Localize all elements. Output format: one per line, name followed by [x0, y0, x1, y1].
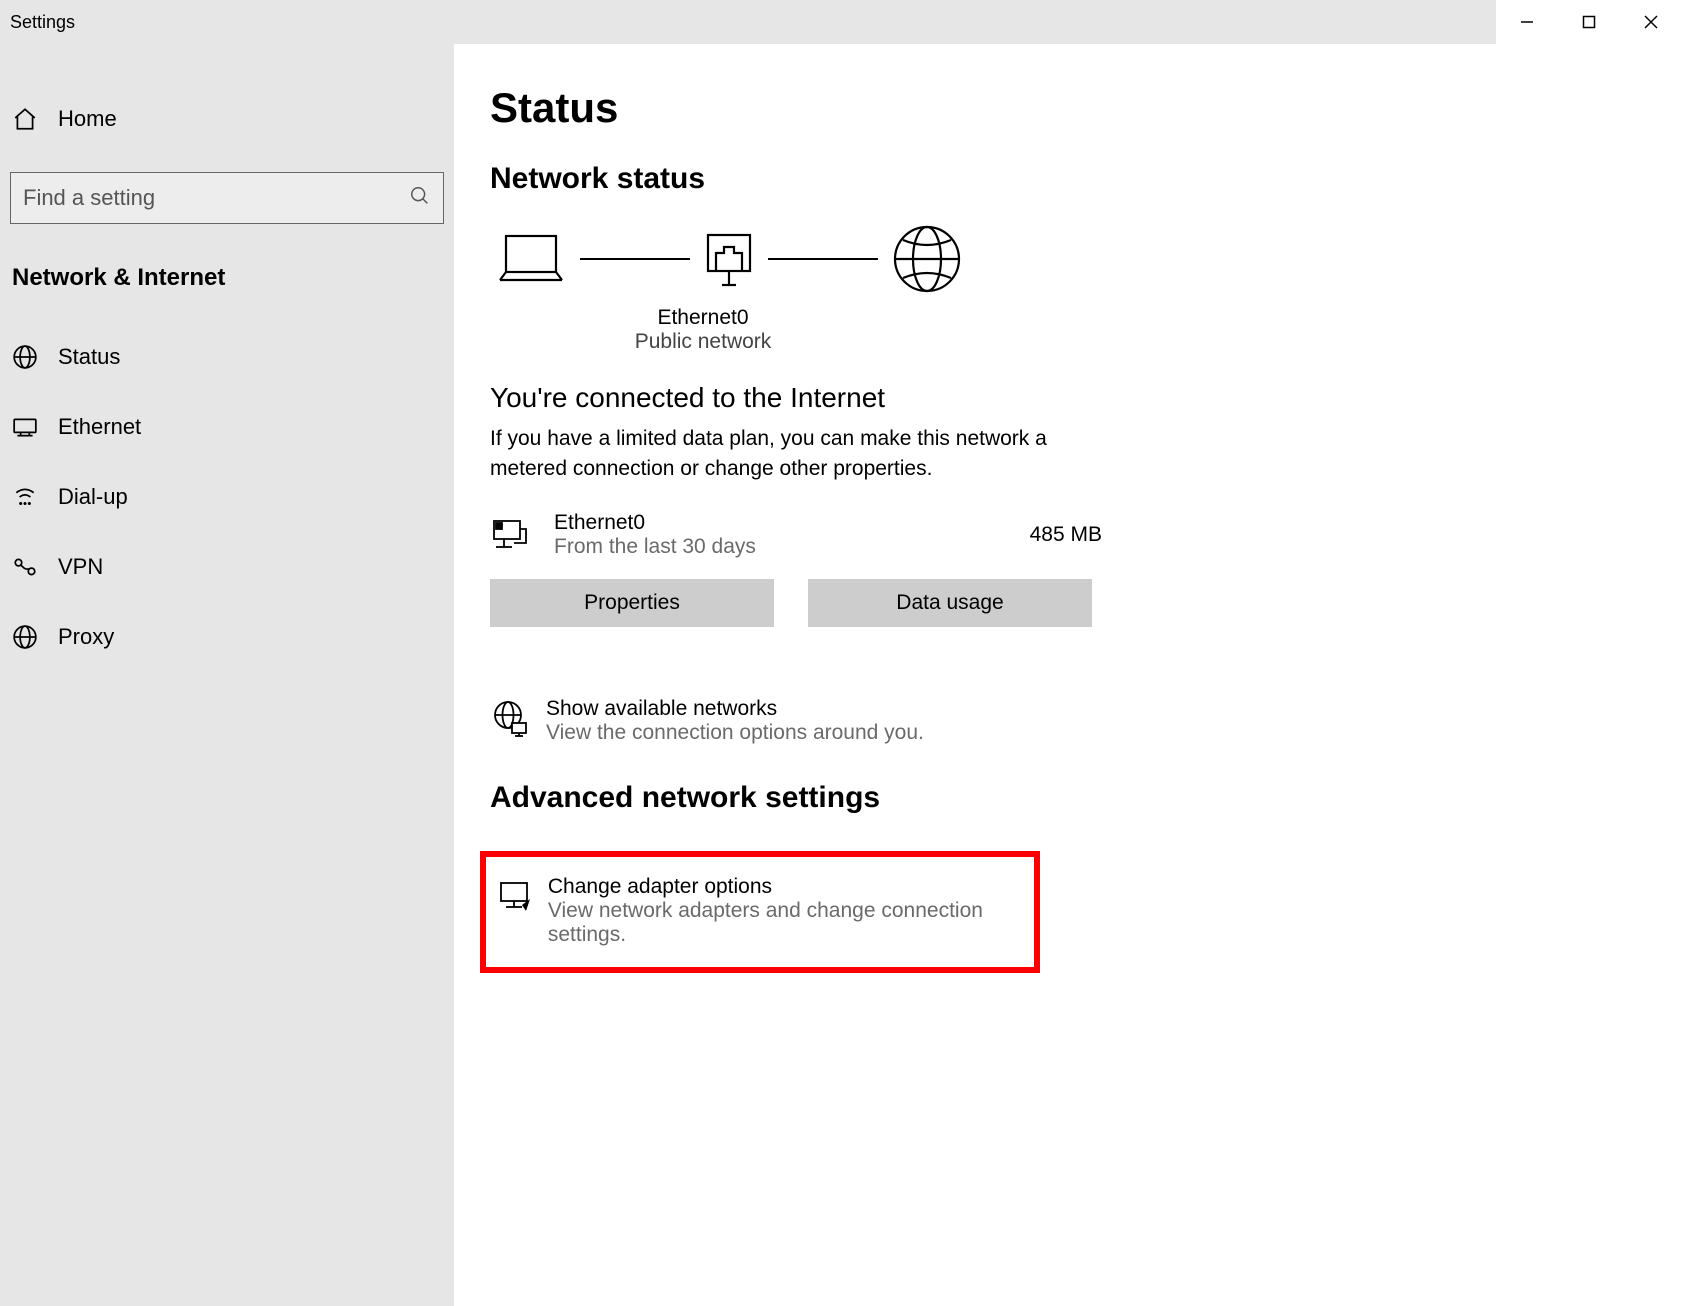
page-title: Status	[490, 84, 1682, 132]
home-button[interactable]: Home	[0, 84, 454, 154]
properties-button[interactable]: Properties	[490, 579, 774, 627]
usage-period: From the last 30 days	[554, 535, 1030, 559]
globe-monitor-icon	[490, 697, 540, 739]
sidebar-item-proxy[interactable]: Proxy	[0, 602, 454, 672]
dialup-icon	[12, 484, 46, 510]
diagram-connection-type: Public network	[482, 330, 924, 354]
sidebar: Home Network & Internet	[0, 44, 454, 1306]
sidebar-item-dialup[interactable]: Dial-up	[0, 462, 454, 532]
sidebar-item-ethernet[interactable]: Ethernet	[0, 392, 454, 462]
home-icon	[12, 106, 46, 132]
sidebar-item-vpn[interactable]: VPN	[0, 532, 454, 602]
network-card-icon	[490, 515, 540, 555]
laptop-icon	[494, 230, 568, 288]
window-controls	[1496, 0, 1682, 44]
show-networks-title: Show available networks	[546, 697, 924, 721]
adapter-icon	[496, 875, 542, 917]
connected-description: If you have a limited data plan, you can…	[490, 424, 1110, 485]
highlight-box: Change adapter options View network adap…	[480, 851, 1040, 973]
data-usage-button-label: Data usage	[896, 591, 1003, 615]
globe-icon	[12, 344, 46, 370]
sidebar-item-status[interactable]: Status	[0, 322, 454, 392]
window-title: Settings	[10, 12, 75, 33]
maximize-button[interactable]	[1558, 0, 1620, 44]
change-adapter-link[interactable]: Change adapter options View network adap…	[496, 875, 1024, 947]
content: Status Network status	[454, 44, 1682, 1306]
sidebar-section-heading: Network & Internet	[0, 254, 454, 322]
connected-heading: You're connected to the Internet	[490, 382, 1682, 414]
home-label: Home	[58, 106, 117, 132]
sidebar-item-label: Proxy	[58, 624, 114, 650]
sidebar-item-label: Dial-up	[58, 484, 128, 510]
close-button[interactable]	[1620, 0, 1682, 44]
globe-large-icon	[890, 222, 964, 296]
titlebar: Settings	[0, 0, 1682, 44]
usage-row: Ethernet0 From the last 30 days 485 MB	[490, 511, 1102, 559]
network-diagram	[490, 222, 1682, 296]
change-adapter-sub: View network adapters and change connect…	[548, 899, 1024, 947]
advanced-heading: Advanced network settings	[490, 781, 1682, 815]
sidebar-item-label: Ethernet	[58, 414, 141, 440]
data-usage-button[interactable]: Data usage	[808, 579, 1092, 627]
minimize-button[interactable]	[1496, 0, 1558, 44]
proxy-icon	[12, 624, 46, 650]
sidebar-item-label: VPN	[58, 554, 103, 580]
search-box[interactable]	[10, 172, 444, 224]
change-adapter-title: Change adapter options	[548, 875, 1024, 899]
diagram-connection-name: Ethernet0	[482, 306, 924, 330]
vpn-icon	[12, 554, 46, 580]
show-networks-sub: View the connection options around you.	[546, 721, 924, 745]
search-icon	[409, 185, 431, 212]
ethernet-port-icon	[702, 229, 756, 289]
show-networks-link[interactable]: Show available networks View the connect…	[490, 697, 1110, 745]
search-input[interactable]	[23, 185, 409, 211]
properties-button-label: Properties	[584, 591, 680, 615]
ethernet-icon	[12, 414, 46, 440]
sidebar-item-label: Status	[58, 344, 120, 370]
network-status-heading: Network status	[490, 162, 1682, 196]
usage-connection-name: Ethernet0	[554, 511, 1030, 535]
usage-amount: 485 MB	[1030, 523, 1102, 547]
